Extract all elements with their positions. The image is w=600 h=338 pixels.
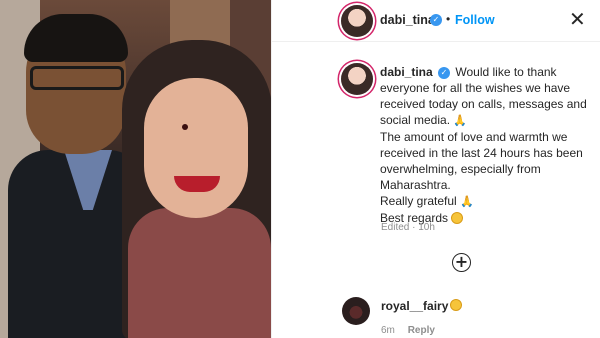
folded-hands-icon: 🙏 <box>460 195 474 208</box>
photo-man-glasses <box>30 66 124 90</box>
caption-text: dabi_tina ✓ Would like to thank everyone… <box>380 64 594 226</box>
caption-username[interactable]: dabi_tina <box>380 65 433 79</box>
smiling-face-icon <box>451 212 464 224</box>
comment-meta: 6m Reply <box>381 325 435 336</box>
verified-badge-icon: ✓ <box>438 66 451 79</box>
smiling-face-icon <box>450 299 462 311</box>
caption-line-2: The amount of love and warmth we receive… <box>380 130 583 192</box>
comment-username[interactable]: royal__fairy <box>381 299 448 313</box>
avatar[interactable] <box>342 297 370 325</box>
post-header: dabi_tina ✓ • Follow ✕ <box>272 0 600 42</box>
photo-woman-bindi <box>182 124 188 130</box>
header-username[interactable]: dabi_tina <box>380 13 435 27</box>
photo-woman-face <box>144 78 248 218</box>
comment-time: 6m <box>381 325 395 336</box>
close-icon[interactable]: ✕ <box>569 9 589 29</box>
follow-button[interactable]: Follow <box>455 13 495 27</box>
folded-hands-icon: 🙏 <box>453 114 468 127</box>
post-photo <box>0 0 271 338</box>
photo-woman-coat <box>128 208 271 338</box>
photo-man-hair <box>24 14 128 62</box>
caption-line-3: Really grateful <box>380 194 457 208</box>
avatar[interactable] <box>341 5 373 37</box>
reply-button[interactable]: Reply <box>408 325 435 336</box>
add-comment-icon[interactable]: + <box>452 253 471 272</box>
post-side-panel: dabi_tina ✓ • Follow ✕ dabi_tina ✓ Would… <box>271 0 600 338</box>
avatar[interactable] <box>341 63 373 95</box>
header-separator: • <box>446 12 451 26</box>
edited-timestamp: Edited · 10h <box>381 222 435 233</box>
verified-badge-icon: ✓ <box>430 14 442 26</box>
